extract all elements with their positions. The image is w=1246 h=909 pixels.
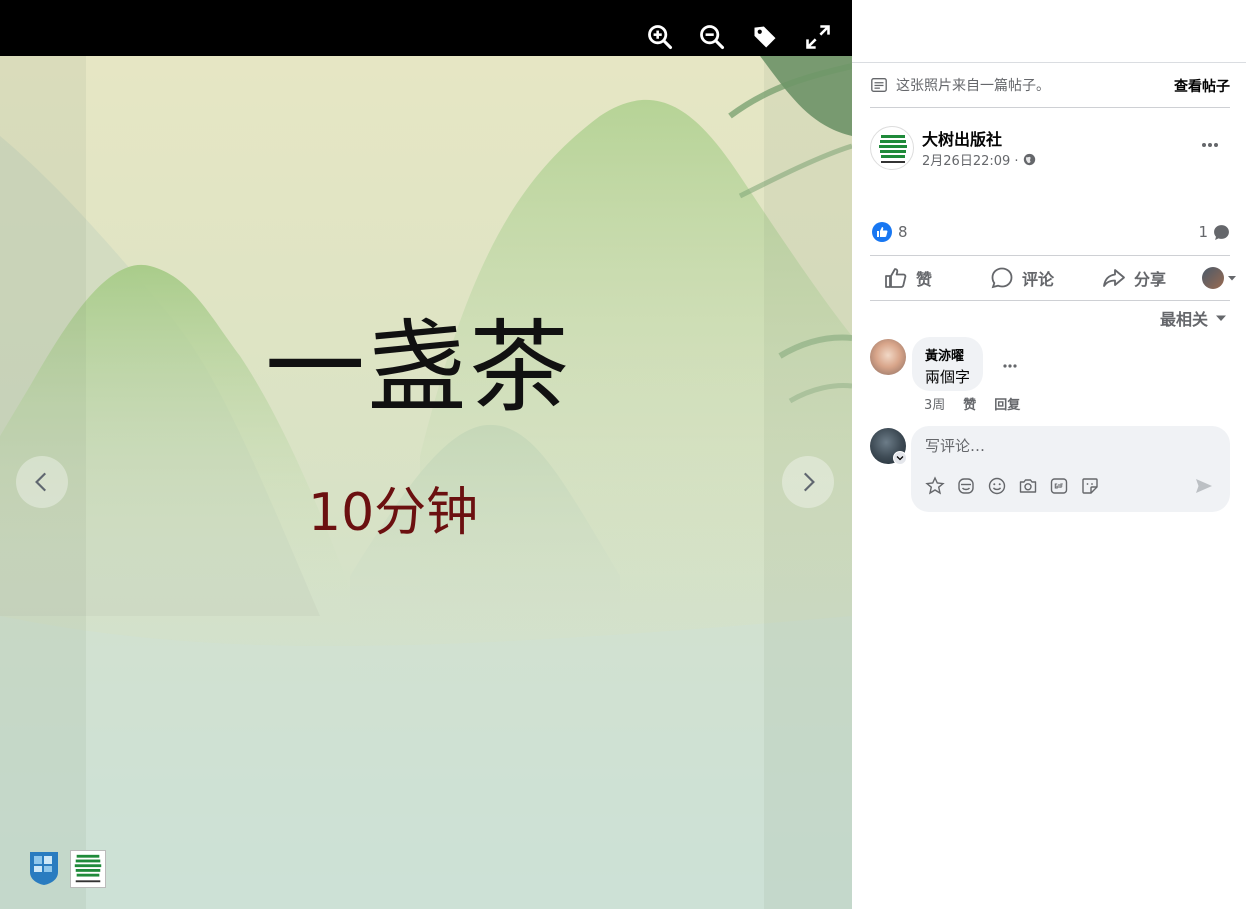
zoom-in-icon: [648, 25, 673, 50]
caret-down-icon: [1216, 315, 1226, 321]
emoji-icon: [988, 477, 1006, 495]
like-button[interactable]: 赞: [884, 258, 932, 298]
comment-button[interactable]: 评论: [990, 258, 1054, 298]
comment-bubble: 黃洂曜 兩個字: [912, 337, 984, 391]
chevron-left-icon: [35, 472, 47, 492]
composer-toolbar: [925, 476, 1100, 496]
post-options-button[interactable]: [1192, 130, 1228, 160]
publisher-shield-logo: [30, 852, 58, 885]
post-meta: 2月26日22:09 ·: [922, 150, 1036, 169]
react-as-profile-selector[interactable]: [1202, 267, 1237, 289]
like-button-label: 赞: [916, 270, 933, 289]
photo-subtitle: 10分钟: [308, 483, 479, 543]
photo-source-notice: 这张照片来自一篇帖子。 查看帖子: [870, 72, 1230, 98]
photo-attach-button[interactable]: [1018, 476, 1038, 496]
send-comment-button[interactable]: [1194, 476, 1216, 498]
viewer-toolbar: [0, 0, 852, 56]
avatar-sticker-button[interactable]: [925, 476, 945, 496]
fullscreen-icon: [806, 25, 830, 49]
profile-switcher-badge[interactable]: [893, 451, 907, 465]
more-horizontal-icon: [1003, 364, 1017, 368]
reactions-bar: 8 1: [870, 220, 1230, 246]
comment-sort-label: 最相关: [1159, 310, 1208, 329]
comment-sort-dropdown[interactable]: 最相关: [1160, 306, 1228, 330]
comment-text: 兩個字: [925, 368, 971, 386]
comment-button-label: 评论: [1022, 270, 1055, 289]
tag-icon: [754, 26, 776, 48]
chevron-right-icon: [803, 472, 815, 492]
avatar-button[interactable]: [956, 476, 976, 496]
divider: [870, 300, 1230, 301]
post-document-icon: [871, 78, 887, 92]
comment-composer: [911, 426, 1230, 512]
post-panel: 这张照片来自一篇帖子。 查看帖子 大树出版社 2月26日22:09 · 8 1 …: [852, 0, 1246, 909]
author-avatar[interactable]: [870, 126, 914, 170]
post-timestamp[interactable]: 2月26日22:09 ·: [922, 150, 1019, 169]
comment-time[interactable]: 3周: [924, 394, 945, 413]
comment-options-button[interactable]: [998, 354, 1022, 378]
share-button-label: 分享: [1134, 270, 1167, 289]
gif-button[interactable]: [1049, 476, 1069, 496]
share-button[interactable]: 分享: [1102, 258, 1166, 298]
comment-count[interactable]: 1: [1198, 223, 1208, 241]
previous-photo-button[interactable]: [16, 456, 68, 508]
divider: [870, 107, 1230, 108]
photo-source-text: 这张照片来自一篇帖子。: [896, 78, 1050, 94]
thumbs-up-icon: [877, 227, 888, 237]
like-reaction-icon[interactable]: [872, 222, 892, 242]
avatar-sticker-icon: [925, 476, 945, 495]
post-actions-bar: 赞 评论 分享: [870, 258, 1236, 298]
send-icon: [1196, 479, 1212, 493]
author-name[interactable]: 大树出版社: [922, 126, 1002, 150]
chevron-down-icon: [896, 456, 904, 461]
commenter-avatar[interactable]: [870, 339, 906, 375]
profile-avatar: [1202, 267, 1224, 289]
zoom-out-icon: [700, 25, 725, 50]
emoji-button[interactable]: [987, 476, 1007, 496]
sticker-button[interactable]: [1080, 476, 1100, 496]
comment-bubble-icon: [1214, 225, 1229, 240]
more-horizontal-icon: [1202, 143, 1218, 147]
panel-divider-top: [852, 62, 1246, 63]
zoom-out-button[interactable]: [694, 19, 730, 55]
zoom-in-button[interactable]: [642, 19, 678, 55]
comment-footer: 3周 赞 回复: [924, 394, 1020, 413]
divider: [870, 255, 1230, 256]
avatar-icon: [958, 478, 974, 494]
post-photo: 一盏茶 10分钟: [0, 56, 852, 909]
like-count[interactable]: 8: [898, 223, 908, 241]
publisher-tree-logo: [879, 135, 907, 163]
publisher-tree-logo: [70, 850, 106, 888]
photo-title: 一盏茶: [265, 309, 571, 426]
comment-outline-icon: [991, 267, 1013, 289]
gif-icon: [1050, 478, 1068, 494]
view-post-link[interactable]: 查看帖子: [1174, 76, 1230, 96]
commenter-name[interactable]: 黃洂曜: [925, 345, 970, 364]
sticker-icon: [1082, 478, 1098, 494]
camera-icon: [1019, 479, 1037, 493]
photo-viewer: 一盏茶 10分钟: [0, 0, 852, 909]
next-photo-button[interactable]: [782, 456, 834, 508]
comment-like-link[interactable]: 赞: [963, 394, 976, 413]
comment-reply-link[interactable]: 回复: [994, 394, 1020, 413]
tag-photo-button[interactable]: [747, 19, 783, 55]
share-arrow-icon: [1103, 269, 1125, 287]
globe-icon: [1023, 153, 1035, 166]
thumbs-up-outline-icon: [885, 268, 907, 288]
caret-down-icon: [1228, 276, 1236, 281]
fullscreen-button[interactable]: [800, 19, 836, 55]
comment-input[interactable]: [911, 426, 1230, 466]
